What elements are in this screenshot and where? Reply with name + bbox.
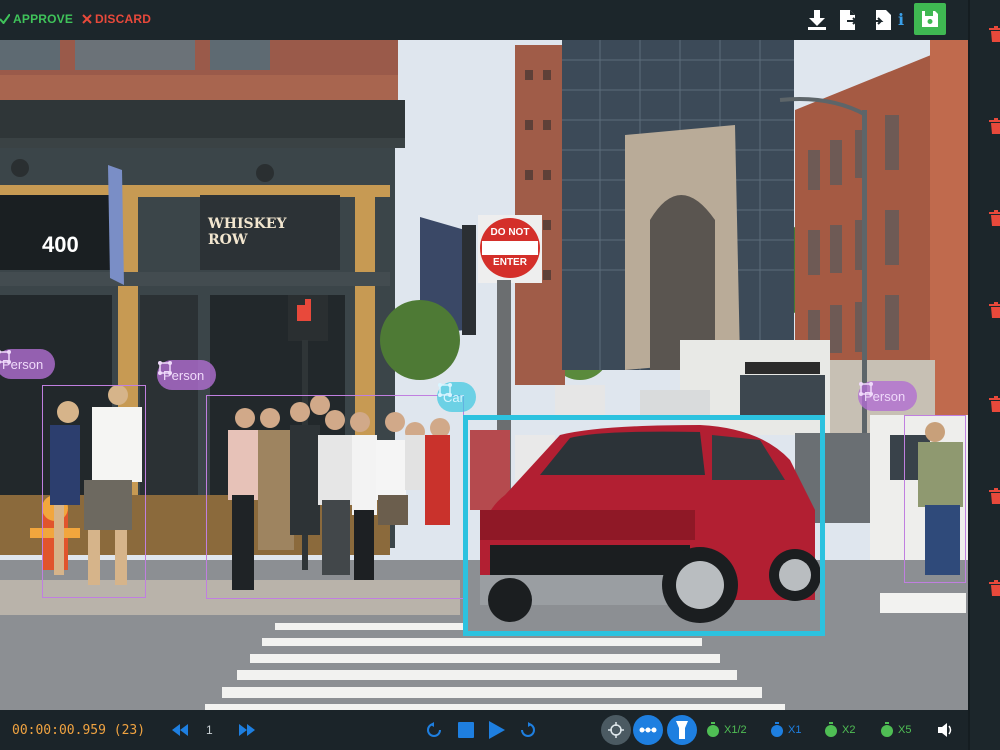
- player-controls: 00:00:00.959 (23) 1 X1/2 X1 X2 X5: [0, 710, 968, 750]
- save-icon: [922, 11, 938, 27]
- delete-icon[interactable]: [989, 302, 1000, 318]
- speed-label: X1: [788, 724, 802, 736]
- info-icon[interactable]: i: [898, 10, 904, 29]
- speed-label: X1/2: [724, 724, 747, 736]
- check-icon: [0, 14, 10, 24]
- rewind-icon: [172, 724, 188, 736]
- save-button[interactable]: [914, 3, 946, 35]
- play-button[interactable]: [485, 718, 509, 742]
- approve-button[interactable]: APPROVE: [0, 12, 73, 26]
- flashlight-icon: [676, 721, 688, 739]
- speed-2x-button[interactable]: X2: [824, 722, 855, 738]
- approve-label: APPROVE: [13, 12, 74, 26]
- annotation-tag[interactable]: Person: [858, 381, 918, 411]
- speed-label: X2: [842, 724, 856, 736]
- forward-loop-button[interactable]: [516, 718, 540, 742]
- stop-icon: [458, 722, 474, 738]
- video-frame[interactable]: 400 WHISKEY ROW DO NOT ENTER Person Pers…: [0, 40, 968, 710]
- speed-half-button[interactable]: X1/2: [706, 722, 747, 738]
- volume-button[interactable]: [934, 718, 958, 742]
- stopwatch-icon: [825, 722, 837, 737]
- person-bounding-box[interactable]: [904, 415, 966, 583]
- building-number: 400: [42, 232, 79, 257]
- discard-label: DISCARD: [95, 12, 152, 26]
- bbox-tag-icon: [158, 361, 172, 375]
- annotation-tag[interactable]: Person: [0, 349, 56, 379]
- stopwatch-icon: [771, 722, 783, 737]
- delete-icon[interactable]: [989, 118, 1000, 134]
- store-sign: WHISKEY ROW: [208, 216, 287, 248]
- download-icon[interactable]: [806, 8, 828, 32]
- crosshair-button[interactable]: [601, 715, 631, 745]
- stopwatch-icon: [881, 722, 893, 737]
- stop-button[interactable]: [454, 718, 478, 742]
- timecode: 00:00:00.959 (23): [12, 723, 146, 738]
- interpolate-button[interactable]: [633, 715, 663, 745]
- stopwatch-icon: [707, 722, 719, 737]
- frame-step-value[interactable]: 1: [206, 723, 213, 737]
- person-bounding-box[interactable]: [42, 385, 146, 598]
- bbox-tag-icon: [859, 382, 873, 396]
- step-forward-button[interactable]: [235, 718, 259, 742]
- fast-forward-icon: [239, 724, 255, 736]
- top-toolbar: APPROVE DISCARD i: [0, 0, 968, 40]
- step-back-button[interactable]: [168, 718, 192, 742]
- close-icon: [82, 14, 92, 24]
- import-icon[interactable]: [870, 8, 892, 32]
- car-bounding-box[interactable]: [463, 415, 825, 636]
- replay-button[interactable]: [422, 718, 446, 742]
- bbox-tag-icon: [438, 383, 452, 397]
- delete-icon[interactable]: [989, 396, 1000, 412]
- delete-icon[interactable]: [989, 580, 1000, 596]
- flashlight-button[interactable]: [667, 715, 697, 745]
- speed-label: X5: [898, 724, 912, 736]
- speed-5x-button[interactable]: X5: [880, 722, 911, 738]
- discard-button[interactable]: DISCARD: [82, 12, 151, 26]
- annotation-tag[interactable]: Person: [157, 360, 217, 390]
- crosshair-icon: [608, 722, 624, 738]
- delete-icon[interactable]: [989, 26, 1000, 42]
- delete-icon[interactable]: [989, 488, 1000, 504]
- rotate-left-icon: [427, 722, 441, 737]
- rotate-right-icon: [521, 722, 535, 737]
- annotation-rail: [968, 0, 1000, 750]
- speed-1x-button[interactable]: X1: [770, 722, 801, 738]
- annotation-tag[interactable]: Car: [437, 382, 476, 412]
- delete-icon[interactable]: [989, 210, 1000, 226]
- bbox-tag-icon: [0, 350, 11, 364]
- person-bounding-box[interactable]: [206, 395, 464, 599]
- sign-line-1: DO NOT: [490, 227, 530, 238]
- play-icon: [489, 721, 505, 739]
- annotation-app: APPROVE DISCARD i 400 WHISKEY ROW DO NOT…: [0, 0, 1000, 750]
- sign-line-2: ENTER: [493, 257, 527, 268]
- dots-line-icon: [639, 727, 657, 733]
- export-file-icon[interactable]: [838, 8, 860, 32]
- volume-icon: [938, 723, 952, 737]
